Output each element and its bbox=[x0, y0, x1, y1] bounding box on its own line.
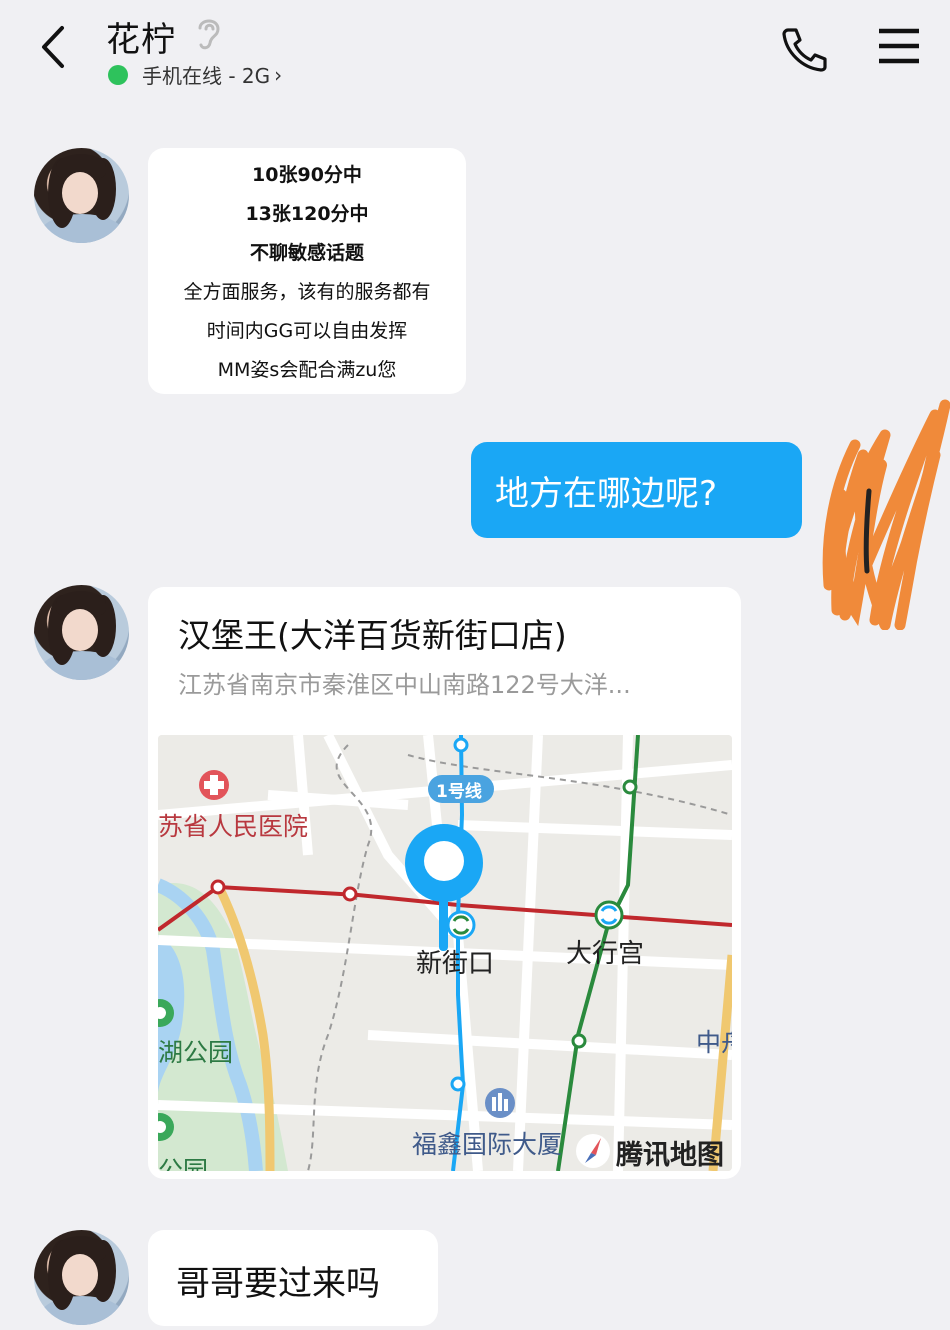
message-line: 13张120分中 bbox=[245, 203, 369, 225]
redaction-scribble bbox=[822, 399, 950, 630]
map-label-building: 福鑫国际大厦 bbox=[412, 1130, 563, 1159]
avatar[interactable] bbox=[34, 585, 129, 680]
message-line: 10张90分中 bbox=[252, 164, 362, 186]
avatar[interactable] bbox=[34, 1230, 129, 1325]
chat-header: 花柠 手机在线 - 2G › bbox=[0, 0, 950, 110]
message-line: 不聊敏感话题 bbox=[249, 242, 364, 264]
menu-icon bbox=[879, 28, 919, 64]
message-bubble-text[interactable]: 10张90分中 13张120分中 不聊敏感话题 全方面服务，该有的服务都有 时间… bbox=[148, 148, 466, 394]
back-arrow-icon bbox=[42, 26, 64, 68]
online-dot bbox=[108, 64, 128, 85]
map-label-park: 公园 bbox=[158, 1156, 209, 1171]
message-text: 地方在哪边呢? bbox=[495, 473, 718, 514]
message-line: 时间内GG可以自由发挥 bbox=[206, 320, 408, 342]
location-name: 汉堡王(大洋百货新街口店) bbox=[178, 616, 567, 655]
location-card[interactable]: 汉堡王(大洋百货新街口店) 江苏省南京市秦淮区中山南路122号大洋... 苏省人… bbox=[148, 587, 741, 1179]
status-text: 手机在线 - 2G bbox=[142, 64, 271, 88]
message-line: 全方面服务，该有的服务都有 bbox=[183, 281, 431, 303]
location-address: 江苏省南京市秦淮区中山南路122号大洋... bbox=[178, 671, 631, 699]
message-bubble-text[interactable]: 哥哥要过来吗 bbox=[148, 1230, 438, 1326]
map-label-district: 中舟 bbox=[696, 1028, 732, 1057]
message-text: 哥哥要过来吗 bbox=[176, 1264, 380, 1304]
map-preview[interactable]: 苏省人民医院 1号线 新街口 大行宫 湖公园 公园 福鑫国际大厦 中舟 腾讯地图 bbox=[158, 735, 732, 1171]
outgoing-message-bubble[interactable]: 地方在哪边呢? bbox=[471, 442, 802, 538]
chevron-right-icon: › bbox=[274, 62, 283, 87]
ear-icon[interactable] bbox=[194, 14, 224, 52]
map-label-park: 湖公园 bbox=[158, 1038, 234, 1067]
avatar[interactable] bbox=[34, 148, 129, 243]
back-button[interactable] bbox=[30, 22, 80, 72]
map-label-daxinggong: 大行宫 bbox=[566, 939, 645, 969]
message-line: MM姿s会配合满zu您 bbox=[217, 359, 397, 381]
phone-icon bbox=[782, 28, 827, 72]
menu-button[interactable] bbox=[876, 24, 922, 68]
map-label-xinjiekou: 新街口 bbox=[416, 949, 495, 979]
contact-name[interactable]: 花柠 bbox=[106, 12, 176, 61]
call-button[interactable] bbox=[778, 24, 830, 72]
online-status[interactable]: 手机在线 - 2G › bbox=[108, 60, 282, 89]
map-brand-logo: 腾讯地图 bbox=[616, 1140, 724, 1171]
map-label-hospital: 苏省人民医院 bbox=[158, 812, 309, 841]
map-label-line1: 1号线 bbox=[436, 782, 482, 802]
